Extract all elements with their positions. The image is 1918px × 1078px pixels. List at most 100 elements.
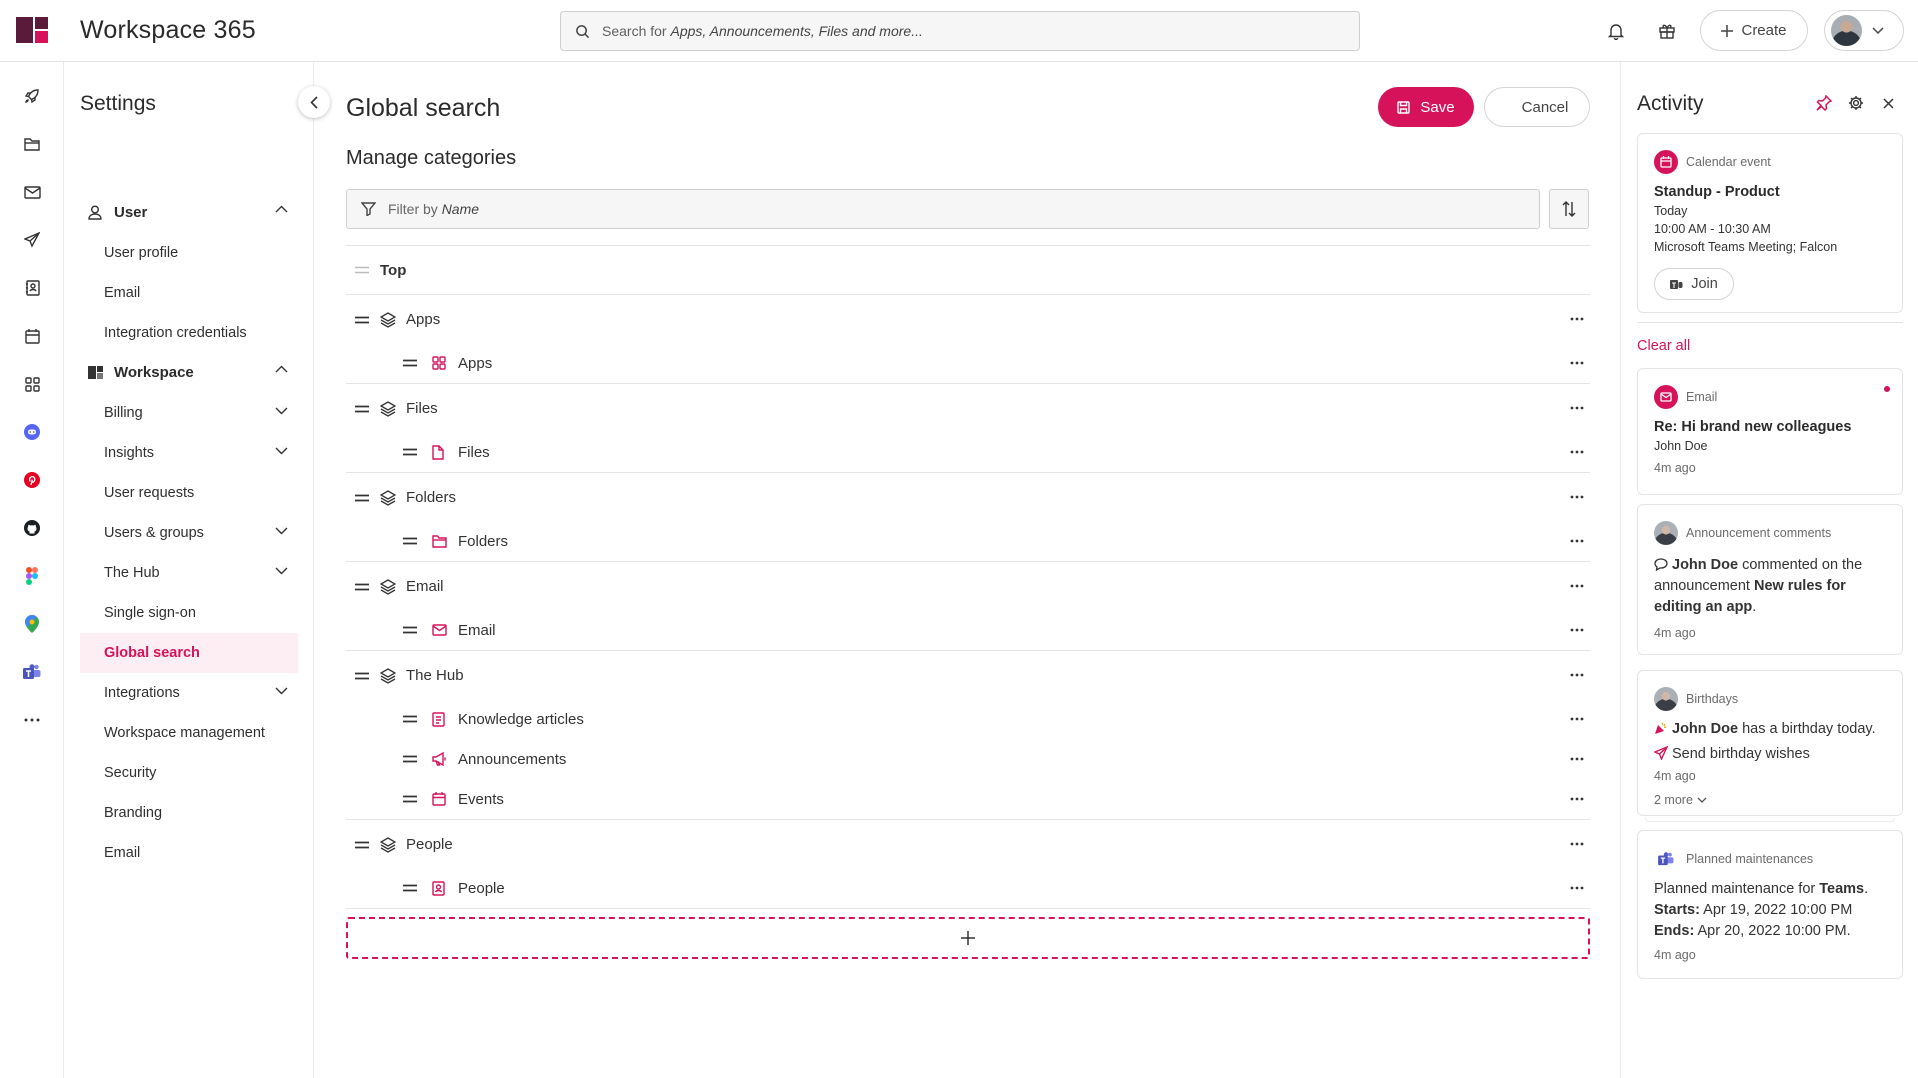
- subcategory-row[interactable]: Files: [346, 432, 1590, 472]
- more-options-icon[interactable]: [1570, 842, 1584, 846]
- nav-item-workspace-email[interactable]: Email: [80, 834, 298, 872]
- category-row-top: Top: [346, 245, 1590, 294]
- nav-item-single-sign-on[interactable]: Single sign-on: [80, 594, 298, 632]
- cancel-label: Cancel: [1521, 98, 1569, 116]
- close-icon[interactable]: [1879, 94, 1897, 112]
- nav-item-the-hub[interactable]: The Hub: [80, 554, 298, 592]
- paper-plane-icon[interactable]: [20, 228, 44, 252]
- nav-group-workspace[interactable]: Workspace: [80, 354, 298, 390]
- nav-item-user-email[interactable]: Email: [80, 274, 298, 312]
- show-more-button[interactable]: 2 more: [1654, 793, 1886, 807]
- drag-handle-icon[interactable]: [355, 583, 369, 591]
- mail-icon[interactable]: [20, 180, 44, 204]
- email-notification-card[interactable]: Email Re: Hi brand new colleagues John D…: [1637, 368, 1903, 495]
- clear-all-link[interactable]: Clear all: [1637, 338, 1690, 354]
- more-options-icon[interactable]: [1570, 450, 1584, 454]
- bell-icon[interactable]: [1604, 19, 1628, 43]
- subcategory-row[interactable]: Knowledge articles: [346, 699, 1590, 739]
- subcategory-row[interactable]: Events: [346, 779, 1590, 819]
- nav-item-user-profile[interactable]: User profile: [80, 234, 298, 272]
- more-options-icon[interactable]: [1570, 673, 1584, 677]
- more-options-icon[interactable]: [1570, 539, 1584, 543]
- subcategory-row[interactable]: Apps: [346, 343, 1590, 383]
- drag-handle-icon[interactable]: [355, 672, 369, 680]
- github-icon[interactable]: [20, 516, 44, 540]
- cancel-button[interactable]: Cancel: [1484, 87, 1590, 127]
- drag-handle-icon[interactable]: [355, 841, 369, 849]
- more-options-icon[interactable]: [1570, 317, 1584, 321]
- calendar-icon[interactable]: [20, 324, 44, 348]
- announcement-comment-card[interactable]: Announcement comments John Doe commented…: [1637, 504, 1903, 655]
- contacts-icon[interactable]: [20, 276, 44, 300]
- teams-icon[interactable]: [20, 660, 44, 684]
- nav-group-user[interactable]: User: [80, 194, 298, 230]
- figma-icon[interactable]: [20, 564, 44, 588]
- sort-button[interactable]: [1549, 189, 1589, 229]
- drag-handle-icon[interactable]: [355, 405, 369, 413]
- more-options-icon[interactable]: [1570, 797, 1584, 801]
- discord-icon[interactable]: [20, 420, 44, 444]
- more-options-icon[interactable]: [1570, 757, 1584, 761]
- drag-handle-icon[interactable]: [403, 626, 417, 634]
- more-options-icon[interactable]: [1570, 628, 1584, 632]
- more-options-icon[interactable]: [1570, 406, 1584, 410]
- save-button[interactable]: Save: [1378, 87, 1474, 127]
- subcategory-row[interactable]: People: [346, 868, 1590, 909]
- collapse-sidebar-button[interactable]: [298, 86, 330, 118]
- gift-icon[interactable]: [1655, 19, 1679, 43]
- subcategory-row[interactable]: Announcements: [346, 739, 1590, 779]
- profile-menu[interactable]: [1824, 10, 1904, 51]
- drag-handle-icon[interactable]: [355, 494, 369, 502]
- more-options-icon[interactable]: [1570, 584, 1584, 588]
- nav-item-user-requests[interactable]: User requests: [80, 474, 298, 512]
- more-options-icon[interactable]: [1570, 495, 1584, 499]
- nav-item-insights[interactable]: Insights: [80, 434, 298, 472]
- drag-handle-icon[interactable]: [403, 448, 417, 456]
- drag-handle-icon[interactable]: [403, 755, 417, 763]
- rocket-icon[interactable]: [20, 84, 44, 108]
- nav-item-workspace-management[interactable]: Workspace management: [80, 714, 298, 752]
- nav-item-security[interactable]: Security: [80, 754, 298, 792]
- join-button[interactable]: Join: [1654, 268, 1734, 300]
- birthdays-card[interactable]: Birthdays John Doe has a birthday today.…: [1637, 670, 1903, 816]
- pinterest-icon[interactable]: [20, 468, 44, 492]
- nav-item-billing[interactable]: Billing: [80, 394, 298, 432]
- drag-handle-icon[interactable]: [403, 359, 417, 367]
- drag-handle-icon[interactable]: [355, 316, 369, 324]
- category-row[interactable]: The Hub: [346, 650, 1590, 699]
- category-row[interactable]: Files: [346, 383, 1590, 432]
- drag-handle-icon[interactable]: [403, 537, 417, 545]
- nav-item-integration-credentials[interactable]: Integration credentials: [80, 314, 298, 352]
- more-options-icon[interactable]: [1570, 361, 1584, 365]
- category-row[interactable]: People: [346, 819, 1590, 868]
- drag-handle-icon[interactable]: [403, 884, 417, 892]
- more-options-icon[interactable]: [1570, 886, 1584, 890]
- add-category-button[interactable]: [346, 917, 1590, 959]
- send-wishes-link[interactable]: Send birthday wishes: [1654, 744, 1886, 765]
- drag-handle-icon[interactable]: [403, 795, 417, 803]
- subcategory-row[interactable]: Email: [346, 610, 1590, 650]
- category-row[interactable]: Apps: [346, 294, 1590, 343]
- maps-pin-icon[interactable]: [20, 612, 44, 636]
- gear-icon[interactable]: [1847, 94, 1865, 112]
- nav-item-label: User profile: [104, 245, 179, 261]
- pin-icon[interactable]: [1815, 94, 1833, 112]
- drag-handle-icon[interactable]: [403, 715, 417, 723]
- subcategory-row[interactable]: Folders: [346, 521, 1590, 561]
- nav-item-global-search[interactable]: Global search: [80, 633, 298, 673]
- nav-item-integrations[interactable]: Integrations: [80, 674, 298, 712]
- workspace-logo[interactable]: [16, 17, 48, 43]
- calendar-event-card[interactable]: Calendar event Standup - Product Today 1…: [1637, 133, 1903, 313]
- filter-input[interactable]: Filter by Name: [346, 189, 1540, 229]
- apps-grid-icon[interactable]: [20, 372, 44, 396]
- planned-maintenance-card[interactable]: Planned maintenances Planned maintenance…: [1637, 830, 1903, 979]
- nav-item-branding[interactable]: Branding: [80, 794, 298, 832]
- category-row[interactable]: Email: [346, 561, 1590, 610]
- global-search-input[interactable]: Search for Apps, Announcements, Files an…: [560, 11, 1360, 51]
- folder-icon[interactable]: [20, 132, 44, 156]
- more-options-icon[interactable]: [1570, 717, 1584, 721]
- nav-item-users-groups[interactable]: Users & groups: [80, 514, 298, 552]
- create-button[interactable]: Create: [1700, 10, 1808, 51]
- category-row[interactable]: Folders: [346, 472, 1590, 521]
- more-apps-icon[interactable]: [20, 708, 44, 732]
